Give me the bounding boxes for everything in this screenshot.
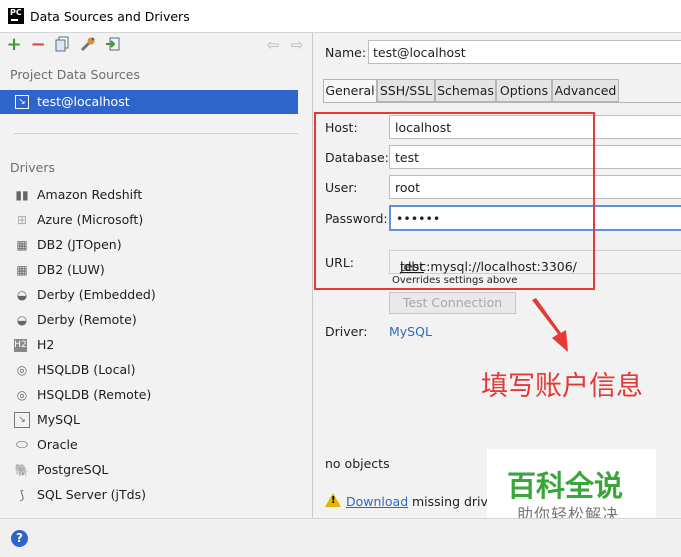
driver-item[interactable]: ▦ DB2 (JTOpen) (14, 233, 304, 258)
driver-item[interactable]: ⬭ Oracle (14, 433, 304, 458)
h2-icon: H2 (14, 339, 27, 352)
forward-arrow-icon[interactable]: ⇨ (288, 36, 306, 54)
no-objects-text: no objects (325, 456, 390, 471)
driver-label: H2 (37, 337, 55, 352)
panel-splitter[interactable] (312, 33, 313, 518)
derby-icon: ◒ (16, 313, 28, 327)
datasource-item-test-localhost[interactable]: ↘ test@localhost (0, 90, 298, 114)
logo-text: PC (10, 8, 22, 17)
driver-label: SQL Server (jTds) (37, 487, 146, 502)
driver-label: Amazon Redshift (37, 187, 143, 202)
name-label: Name: (325, 45, 367, 60)
derby-icon: ◒ (16, 288, 28, 302)
driver-label: HSQLDB (Remote) (37, 387, 152, 402)
driver-item[interactable]: ▦ DB2 (LUW) (14, 258, 304, 283)
driver-item[interactable]: 🐘 PostgreSQL (14, 458, 304, 483)
tab-underline (323, 102, 681, 103)
driver-link[interactable]: MySQL (389, 324, 432, 339)
sqlserver-icon: ⟆ (19, 488, 25, 502)
highlight-rectangle (314, 112, 595, 290)
redshift-icon: ▮▮ (15, 188, 29, 202)
section-divider (14, 133, 298, 134)
windows-icon: ⊞ (16, 213, 28, 227)
help-icon[interactable]: ? (11, 530, 28, 547)
driver-item[interactable]: ▮▮ Amazon Redshift (14, 183, 304, 208)
project-data-sources-heading: Project Data Sources (10, 67, 141, 82)
tab-ssh-ssl[interactable]: SSH/SSL (377, 79, 435, 102)
missing-driver-text: missing driv (412, 494, 488, 509)
driver-item[interactable]: ◒ Derby (Remote) (14, 308, 304, 333)
mysql-icon: ↘ (14, 412, 30, 428)
driver-item[interactable]: H2 H2 (14, 333, 304, 358)
driver-label: Derby (Remote) (37, 312, 137, 327)
driver-item[interactable]: ◎ HSQLDB (Remote) (14, 383, 304, 408)
driver-item[interactable]: ◎ HSQLDB (Local) (14, 358, 304, 383)
hsqldb-icon: ◎ (16, 363, 28, 377)
name-value: test@localhost (373, 45, 466, 60)
driver-label: Driver: (325, 324, 368, 339)
driver-label: Derby (Embedded) (37, 287, 156, 302)
driver-label: PostgreSQL (37, 462, 109, 477)
window-title: Data Sources and Drivers (30, 9, 190, 24)
remove-icon[interactable]: − (29, 36, 47, 54)
download-driver-link[interactable]: Download (346, 494, 408, 509)
driver-label: DB2 (LUW) (37, 262, 105, 277)
bottom-bar (0, 518, 681, 557)
driver-item[interactable]: ↘ MySQL (14, 408, 304, 433)
driver-label: MySQL (37, 412, 80, 427)
hsqldb-icon: ◎ (16, 388, 28, 402)
driver-label: HSQLDB (Local) (37, 362, 136, 377)
oracle-icon: ⬭ (16, 437, 28, 453)
annotation-arrow-icon (532, 298, 568, 352)
watermark-title: 百科全说 (507, 469, 624, 503)
pycharm-logo: PC (8, 8, 24, 24)
tab-general[interactable]: General (323, 79, 377, 103)
tab-schemas[interactable]: Schemas (435, 79, 496, 102)
driver-item[interactable]: ◒ Derby (Embedded) (14, 283, 304, 308)
name-input[interactable]: test@localhost (368, 40, 681, 64)
driver-item[interactable]: ⟆ SQL Server (jTds) (14, 483, 304, 508)
annotation-text: 填写账户信息 (481, 371, 643, 402)
tab-options[interactable]: Options (496, 79, 552, 102)
driver-label: DB2 (JTOpen) (37, 237, 122, 252)
driver-label: Oracle (37, 437, 78, 452)
postgresql-icon: 🐘 (14, 463, 30, 477)
warning-icon: ! (325, 493, 341, 507)
drivers-heading: Drivers (10, 160, 55, 175)
db2-icon: ▦ (16, 263, 28, 277)
datasource-label: test@localhost (37, 94, 130, 109)
datasource-icon: ↘ (15, 95, 29, 109)
import-icon[interactable] (104, 36, 122, 54)
test-connection-button[interactable]: Test Connection (389, 292, 516, 314)
tab-advanced[interactable]: Advanced (552, 79, 619, 102)
driver-label: Azure (Microsoft) (37, 212, 144, 227)
db2-icon: ▦ (16, 238, 28, 252)
back-arrow-icon[interactable]: ⇦ (264, 36, 282, 54)
wrench-icon[interactable] (79, 36, 97, 54)
driver-item[interactable]: ⊞ Azure (Microsoft) (14, 208, 304, 233)
copy-icon[interactable] (53, 36, 71, 54)
add-icon[interactable]: + (5, 36, 23, 54)
